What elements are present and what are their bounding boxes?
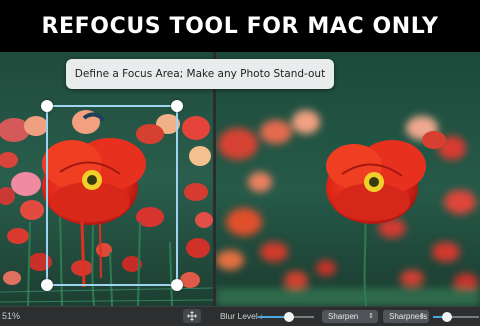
- sharpness-slider[interactable]: [433, 312, 479, 322]
- focus-area-selection[interactable]: [41, 100, 183, 291]
- move-tool-button[interactable]: [183, 309, 201, 323]
- focus-handle-bottom-left[interactable]: [41, 279, 53, 291]
- info-tooltip: Define a Focus Area; Make any Photo Stan…: [66, 59, 334, 89]
- blur-level-label: Blur Level :: [220, 311, 263, 321]
- sharpness-slider-knob[interactable]: [442, 312, 452, 322]
- result-photo-pane: [216, 52, 480, 306]
- poppy-photo-result: [216, 52, 480, 306]
- updown-chevron-icon: ⇕: [419, 313, 425, 320]
- move-arrows-icon: [187, 311, 197, 321]
- focus-handle-bottom-right[interactable]: [171, 279, 183, 291]
- sharpness-select[interactable]: Sharpness ⇕: [383, 310, 429, 323]
- focus-handle-top-left[interactable]: [41, 100, 53, 112]
- updown-chevron-icon: ⇕: [368, 313, 374, 320]
- banner-title: REFOCUS TOOL FOR MAC ONLY: [41, 13, 439, 39]
- tooltip-text: Define a Focus Area; Make any Photo Stan…: [74, 68, 326, 80]
- focus-handle-top-right[interactable]: [171, 100, 183, 112]
- mode-select[interactable]: Sharpen ⇕: [322, 310, 378, 323]
- original-photo-pane[interactable]: [0, 52, 213, 306]
- blur-slider-knob[interactable]: [284, 312, 294, 322]
- mode-select-value: Sharpen: [328, 312, 359, 321]
- blur-level-slider[interactable]: [258, 312, 314, 322]
- editor-workspace: Define a Focus Area; Make any Photo Stan…: [0, 52, 480, 306]
- bottom-toolbar: 51% Blur Level : Sharpen ⇕ Sharpness ⇕: [0, 306, 480, 326]
- promo-banner: REFOCUS TOOL FOR MAC ONLY: [0, 0, 480, 52]
- zoom-level: 51%: [2, 311, 21, 321]
